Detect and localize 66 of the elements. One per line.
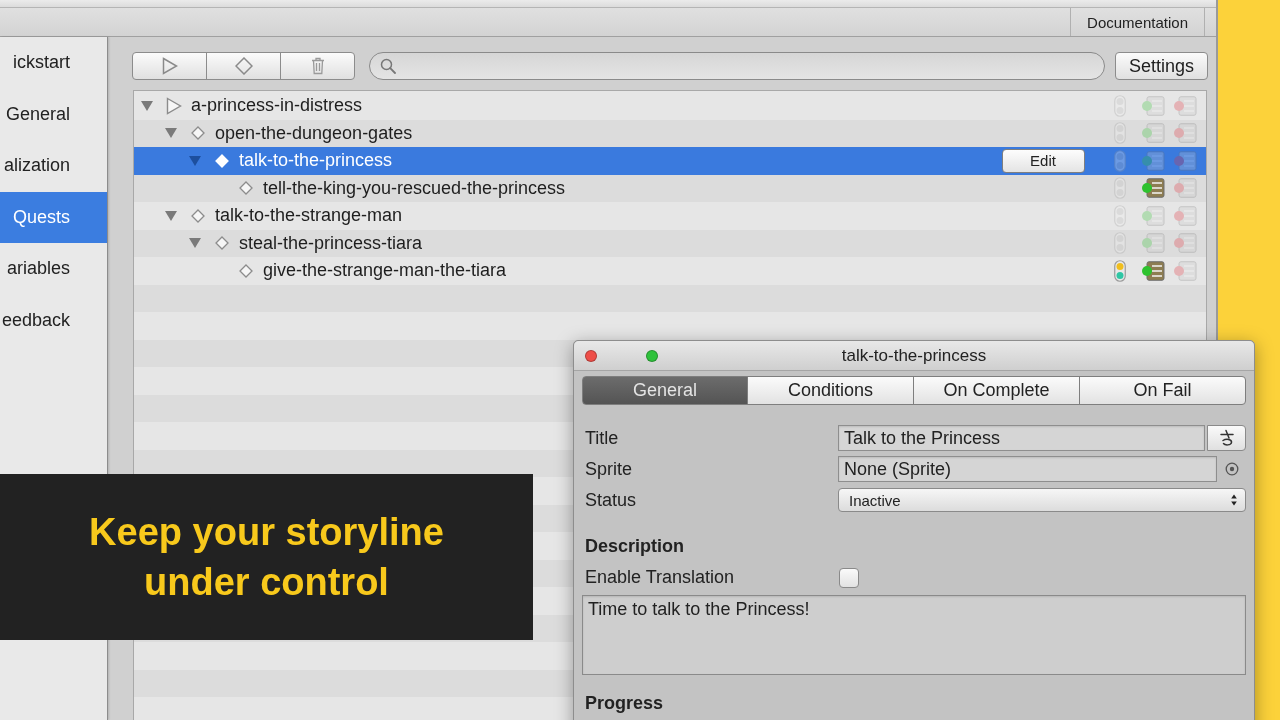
window-title: talk-to-the-princess (841, 345, 987, 366)
sidebar-item[interactable]: alization (0, 140, 107, 192)
expand-arrow-icon[interactable] (189, 237, 201, 250)
diamond-icon (191, 208, 205, 223)
documentation-button[interactable]: Documentation (1070, 8, 1205, 36)
tree-row[interactable]: a-princess-in-distress (134, 92, 1206, 120)
triangle-icon (166, 96, 182, 115)
field-label: Title (584, 427, 620, 449)
field-label: Sprite (584, 458, 634, 480)
expand-arrow-icon[interactable] (141, 99, 153, 112)
diamond-icon (215, 153, 229, 168)
status-dropdown[interactable]: Inactive (838, 488, 1246, 512)
diamond-icon (239, 181, 253, 196)
expand-arrow-icon[interactable] (189, 154, 201, 167)
tab[interactable]: On Complete (913, 376, 1080, 405)
caption-text: Keep your storyline under control (88, 510, 445, 605)
section-heading: Description (584, 535, 686, 557)
quest-name: a-princess-in-distress (191, 95, 363, 117)
select-arrows-icon (1231, 494, 1237, 506)
description-field[interactable]: Time to talk to the Princess! (582, 595, 1246, 675)
field-label: Enable Translation (584, 567, 736, 588)
quest-name: talk-to-the-princess (239, 150, 393, 172)
letter-glyph-icon (1218, 429, 1235, 447)
text-field[interactable]: Talk to the Princess (838, 425, 1205, 451)
quest-name: open-the-dungeon-gates (215, 122, 413, 144)
sidebar-item[interactable]: Quests (0, 191, 107, 243)
quest-name: tell-the-king-you-rescued-the-princess (263, 177, 566, 199)
tree-row[interactable]: tell-the-king-you-rescued-the-princess (134, 174, 1206, 202)
sidebar-item[interactable]: General (0, 88, 107, 140)
search-field[interactable] (369, 52, 1105, 80)
edit-button[interactable]: Edit (1001, 148, 1085, 173)
localize-button[interactable] (1207, 425, 1246, 451)
diamond-icon (234, 57, 253, 75)
target-icon[interactable] (1224, 462, 1239, 476)
sidebar-item[interactable]: eedback (0, 294, 107, 346)
field-label: Status (584, 489, 638, 511)
tab[interactable]: Conditions (747, 376, 914, 405)
trash-icon (310, 57, 325, 75)
expand-arrow-icon[interactable] (165, 127, 177, 140)
quest-name: give-the-strange-man-the-tiara (263, 260, 507, 282)
tab[interactable]: General (582, 376, 748, 405)
zoom-button[interactable] (646, 349, 658, 362)
tree-row[interactable]: give-the-strange-man-the-tiara (134, 257, 1206, 285)
diamond-icon (191, 126, 205, 141)
play-button[interactable] (132, 52, 207, 80)
section-heading: Progress (584, 692, 665, 714)
expand-arrow-icon[interactable] (165, 209, 177, 222)
quest-name: talk-to-the-strange-man (215, 205, 403, 227)
settings-button[interactable]: Settings (1115, 52, 1208, 80)
sidebar-item[interactable]: ickstart (0, 37, 107, 89)
tab[interactable]: On Fail (1079, 376, 1246, 405)
tree-row[interactable]: talk-to-the-princess Edit (134, 147, 1206, 175)
search-icon (380, 58, 396, 74)
delete-button[interactable] (280, 52, 355, 80)
tree-row[interactable]: open-the-dungeon-gates (134, 119, 1206, 147)
tree-row[interactable]: talk-to-the-strange-man (134, 202, 1206, 230)
close-button[interactable] (585, 349, 597, 362)
sidebar-item[interactable]: ariables (0, 243, 107, 295)
diamond-icon (215, 236, 229, 251)
checkbox[interactable] (839, 567, 859, 588)
play-icon (161, 57, 178, 75)
diamond-icon (239, 263, 253, 278)
diamond-button[interactable] (206, 52, 281, 80)
tree-row[interactable]: steal-the-princess-tiara (134, 229, 1206, 257)
object-field[interactable]: None (Sprite) (838, 456, 1217, 482)
quest-name: steal-the-princess-tiara (239, 232, 423, 254)
